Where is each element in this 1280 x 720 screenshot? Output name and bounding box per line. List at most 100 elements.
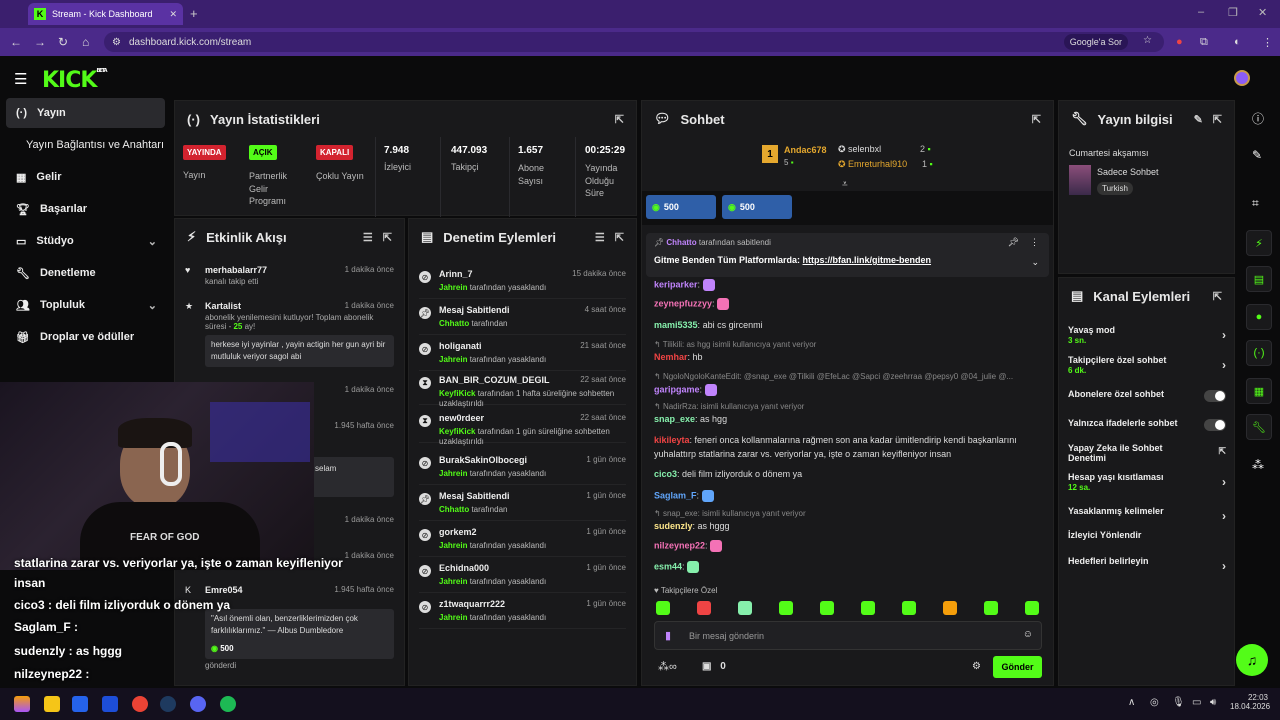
channel-action-item[interactable]: Yapay Zeka ile Sohbet Denetimi ⇱ [1068, 443, 1226, 464]
moderation-item[interactable]: ⊘ Echidna000 1 gün önce Jahrein tarafından … [419, 559, 626, 593]
chat-settings-icon[interactable]: ⚙ [972, 661, 981, 672]
mod-target[interactable]: Arinn_7 [439, 269, 473, 279]
start-icon[interactable] [14, 696, 30, 712]
mod-actor[interactable]: Jahrein [439, 613, 467, 622]
profile-avatar-icon[interactable]: ◐ [1234, 36, 1241, 48]
moderation-item[interactable]: ⊘ holiganati 21 saat önce Jahrein tarafında… [419, 337, 626, 371]
google-ask-button[interactable]: Google'a Sor [1063, 34, 1128, 50]
rail-moderation-button[interactable]: ▤ [1246, 266, 1272, 292]
close-tab-icon[interactable]: ✕ [169, 9, 177, 20]
rail-broadcast-button[interactable]: (·) [1246, 340, 1272, 366]
mod-actor[interactable]: Jahrein [439, 469, 467, 478]
file-explorer-icon[interactable] [44, 696, 60, 712]
sidebar-item-community[interactable]: 👥︎ Topluluk ⌄ [6, 290, 165, 320]
address-bar[interactable]: ⚙ dashboard.kick.com/stream Google'a Sor… [104, 32, 1164, 52]
rail-chat-button[interactable]: ● [1246, 304, 1272, 330]
mod-actor[interactable]: Jahrein [439, 541, 467, 550]
chat-reply-context[interactable]: ↰ Tilikili: as hgg isimli kullanıcıya ya… [654, 340, 816, 349]
popout-icon[interactable]: ⇱ [615, 231, 624, 244]
quick-emote-icon[interactable] [984, 601, 998, 615]
chat-username[interactable]: Saglam_F [654, 490, 697, 500]
chrome-icon[interactable] [132, 696, 148, 712]
menu-hamburger-icon[interactable]: ☰ [14, 70, 27, 88]
sidebar-item-achievements[interactable]: 🏆︎ Başarılar [6, 194, 165, 224]
user-avatar[interactable] [1234, 70, 1250, 86]
chevron-down-icon[interactable]: ⌄ [1031, 257, 1039, 268]
quick-emote-icon[interactable] [820, 601, 834, 615]
filter-icon[interactable]: ☰ [363, 231, 373, 244]
bookmark-star-icon[interactable]: ☆ [1143, 35, 1152, 46]
extension-icon[interactable]: ● [1176, 36, 1183, 48]
popout-icon[interactable]: ⇱ [383, 231, 392, 244]
quick-emote-icon[interactable] [779, 601, 793, 615]
edit-icon[interactable]: ✎ [1252, 148, 1262, 162]
channel-action-item[interactable]: Hedefleri belirleyin › [1068, 556, 1226, 573]
mod-target[interactable]: new0rdeer [439, 413, 484, 423]
chat-username[interactable]: keriparker [654, 279, 698, 289]
tray-up-icon[interactable]: ∧ [1128, 697, 1135, 708]
microphone-icon[interactable]: 🎙︎ [1172, 697, 1185, 708]
tray-app-icon[interactable]: ◎ [1150, 697, 1159, 708]
site-info-icon[interactable]: ⚙ [112, 37, 121, 48]
pinned-by-user[interactable]: Chhatto [666, 238, 696, 247]
browser-menu-icon[interactable]: ⋮ [1262, 36, 1273, 49]
top-gifter-2[interactable]: ✪ selenbxl [838, 144, 881, 155]
send-button[interactable]: Gönder [993, 656, 1042, 678]
clock[interactable]: 22:03 18.04.2026 [1230, 693, 1270, 711]
volume-icon[interactable]: 🔊︎ [1210, 697, 1216, 708]
popout-icon[interactable]: ⇱ [1213, 113, 1222, 126]
mod-actor[interactable]: KeyfiKick [439, 427, 475, 436]
new-tab-icon[interactable]: + [190, 6, 198, 21]
channel-action-item[interactable]: Takipçilere özel sohbet 6 dk. › [1068, 355, 1226, 375]
stream-category[interactable]: Sadece Sohbet [1097, 167, 1159, 177]
mod-actor[interactable]: Chhatto [439, 319, 469, 328]
goal-pill-2[interactable]: ◉ 500 [722, 195, 792, 219]
steam-icon[interactable] [160, 696, 176, 712]
quick-emote-icon[interactable] [656, 601, 670, 615]
discord-icon[interactable] [190, 696, 206, 712]
mod-target[interactable]: Echidna000 [439, 563, 489, 573]
mod-target[interactable]: holiganati [439, 341, 482, 351]
channel-action-item[interactable]: Yalnızca ifadelerle sohbet [1068, 418, 1226, 431]
emoji-picker-icon[interactable]: ☺ [1023, 629, 1033, 640]
maximize-icon[interactable]: ❐ [1228, 6, 1238, 19]
quick-emote-icon[interactable] [738, 601, 752, 615]
rail-tools-button[interactable]: 🔧︎ [1246, 414, 1272, 440]
sidebar-item-stream[interactable]: (·) Yayın [6, 98, 165, 128]
kick-logo[interactable]: KICKBETA [42, 68, 108, 93]
filter-icon[interactable]: ☰ [595, 231, 605, 244]
mod-actor[interactable]: Jahrein [439, 283, 467, 292]
spotify-icon[interactable] [220, 696, 236, 712]
mod-target[interactable]: gorkem2 [439, 527, 477, 537]
unpin-icon[interactable]: 📌︎ [1008, 237, 1019, 248]
sidebar-item-drops[interactable]: 🎁︎ Droplar ve ödüller [6, 322, 165, 352]
toggle-switch[interactable] [1204, 419, 1226, 431]
moderation-item[interactable]: ⧗ BAN_BIR_COZUM_DEGIL 22 saat önce KeyfiKic… [419, 371, 626, 408]
top-gifter-3[interactable]: ✪ Emreturhal910 [838, 159, 907, 170]
chat-username[interactable]: nilzeynep22 [654, 540, 705, 550]
chat-username[interactable]: cico3 [654, 469, 677, 479]
mod-target[interactable]: BAN_BIR_COZUM_DEGIL [439, 375, 550, 385]
channel-points-icon[interactable]: ⁂∞ [658, 660, 677, 673]
quick-emote-icon[interactable] [902, 601, 916, 615]
info-icon[interactable]: ⓘ [1252, 110, 1264, 127]
sidebar-item-stream-key[interactable]: Yayın Bağlantısı ve Anahtarı [6, 130, 165, 160]
mod-actor[interactable]: Jahrein [439, 577, 467, 586]
back-icon[interactable]: ← [10, 35, 22, 49]
chat-reply-context[interactable]: ↰ snap_exe: isimli kullanıcıya yanıt ver… [654, 509, 806, 518]
rail-activity-button[interactable]: ⚡︎ [1246, 230, 1272, 256]
quick-emote-icon[interactable] [861, 601, 875, 615]
microphone-icon[interactable]: ▮ [665, 629, 671, 642]
mod-actor[interactable]: Chhatto [439, 505, 469, 514]
chat-reply-context[interactable]: ↰ NadirRza: isimli kullanıcıya yanıt ver… [654, 402, 804, 411]
reload-icon[interactable]: ↻ [58, 35, 68, 49]
chat-username[interactable]: esm44 [654, 561, 682, 571]
mod-target[interactable]: Mesaj Sabitlendi [439, 491, 510, 501]
popout-icon[interactable]: ⇱ [1213, 290, 1222, 303]
goal-pill-1[interactable]: ◉ 500 [646, 195, 716, 219]
popout-icon[interactable]: ⇱ [1032, 113, 1041, 126]
channel-action-item[interactable]: Hesap yaşı kısıtlaması 12 sa. › [1068, 472, 1226, 492]
window-close-icon[interactable]: ✕ [1258, 6, 1267, 19]
edit-icon[interactable]: ✎ [1194, 113, 1203, 126]
channel-action-item[interactable]: Yasaklanmış kelimeler › [1068, 506, 1226, 523]
